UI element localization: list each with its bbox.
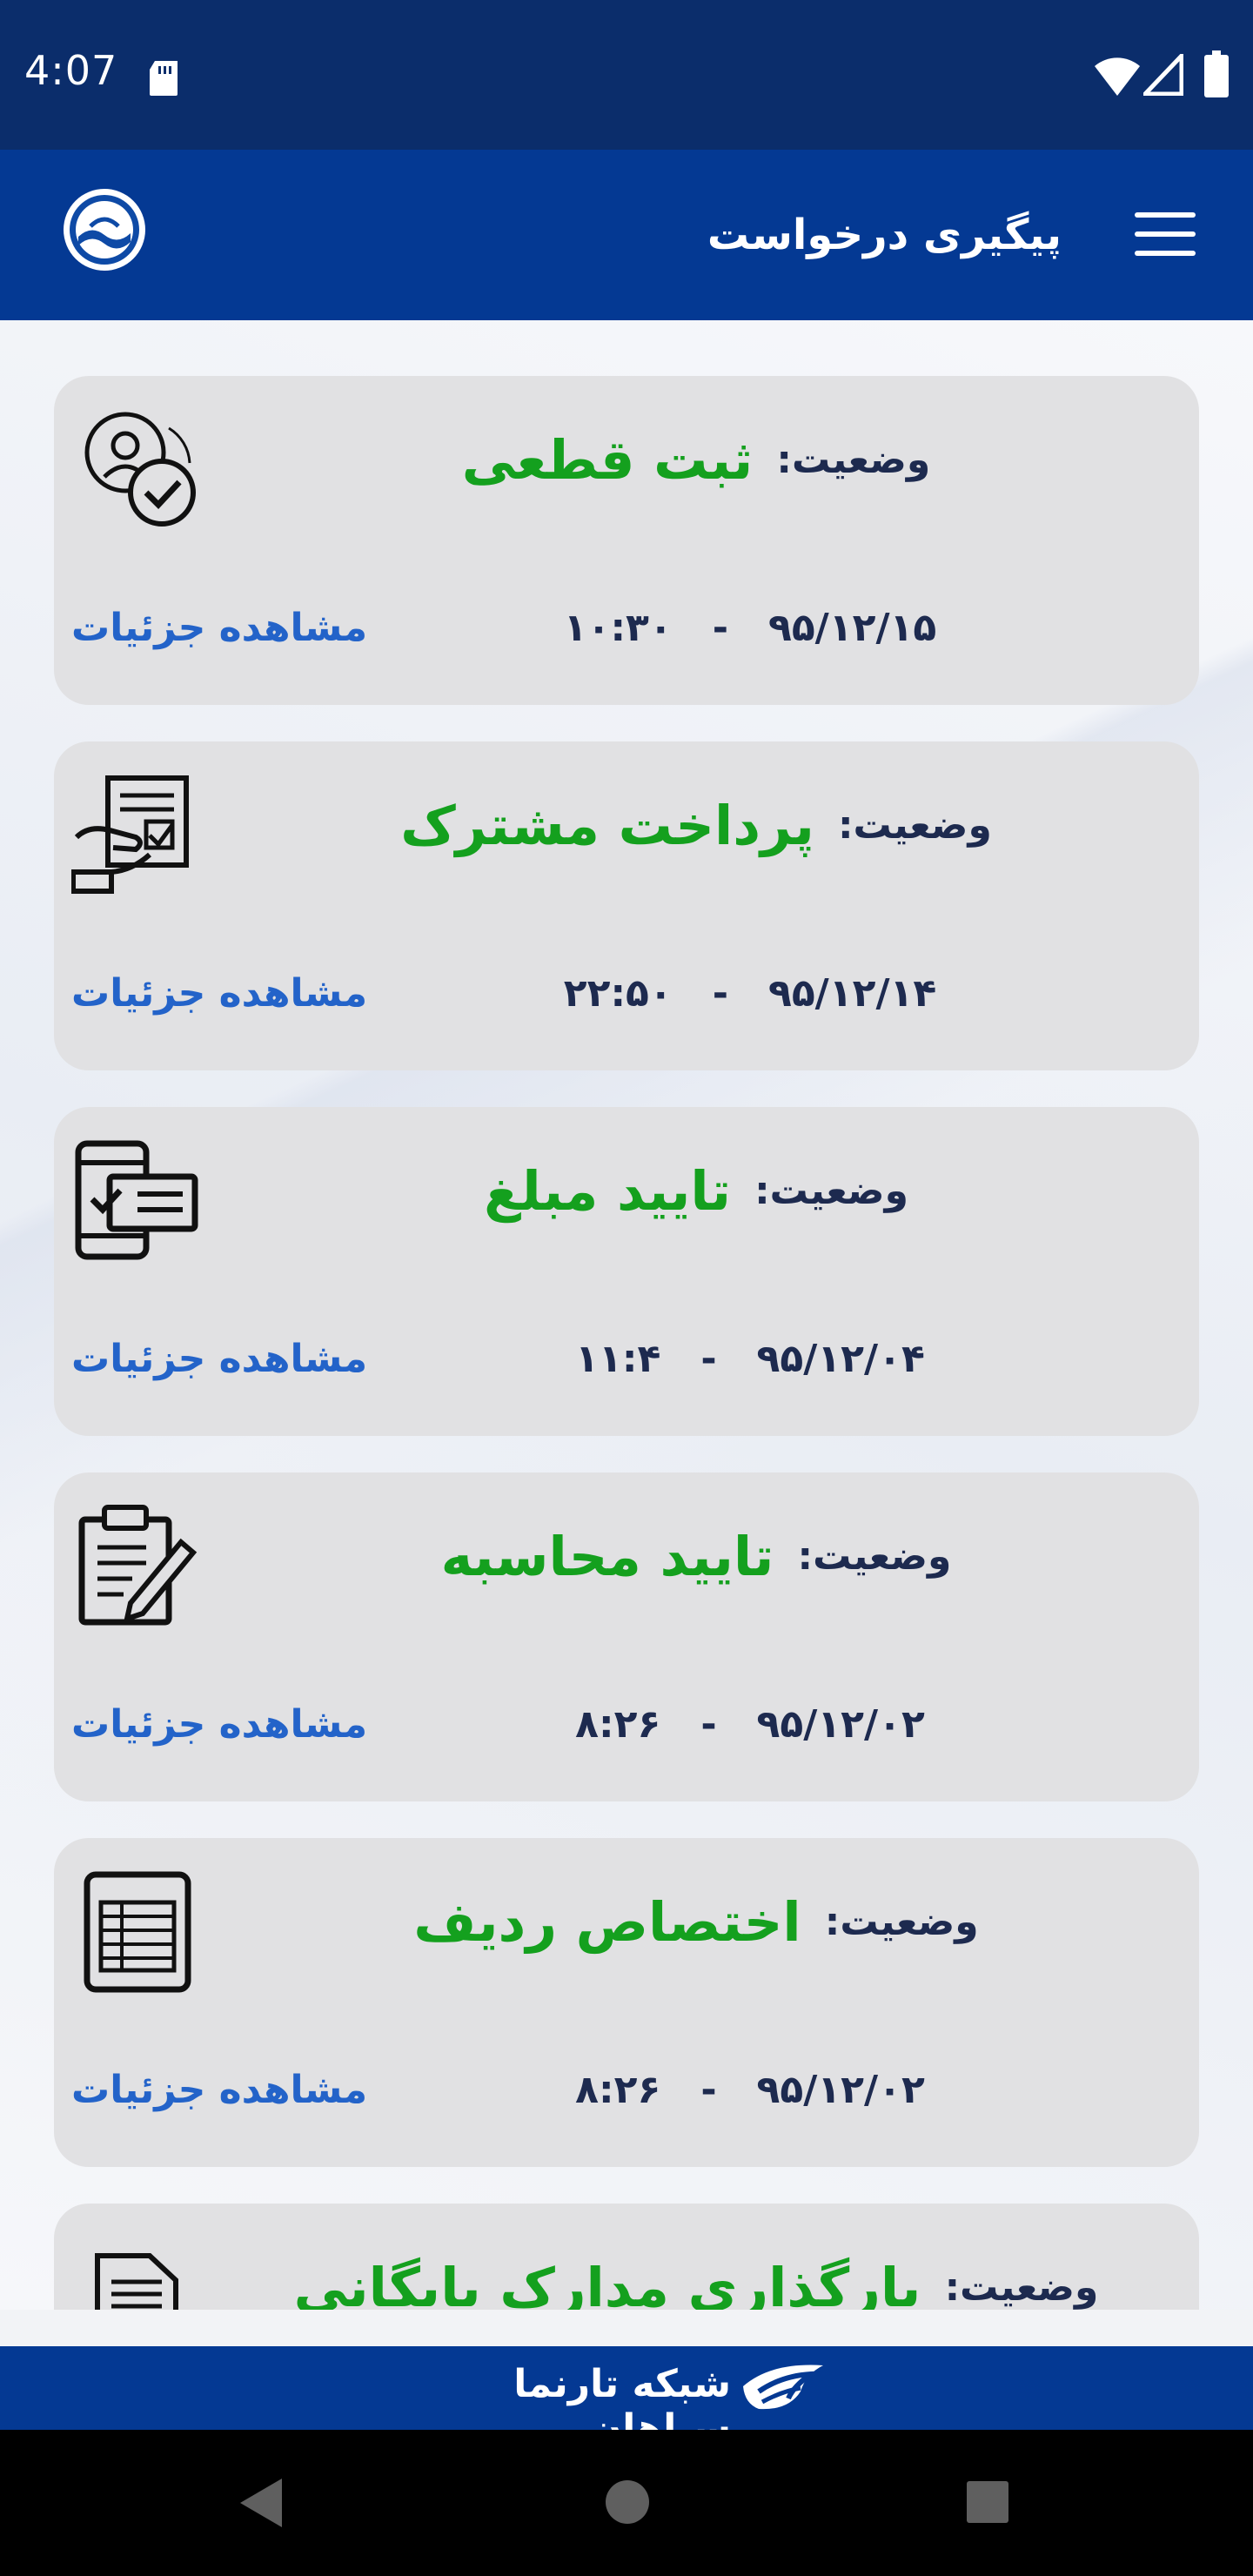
request-list[interactable]: وضعیت: ثبت قطعی ۱۰:۳۰ - ۹۵/۱۲/۱۵ مشاهده … — [0, 320, 1253, 2310]
view-details-label: مشاهده جزئیات — [71, 1337, 368, 1381]
wifi-icon — [1095, 57, 1140, 96]
user-check-icon — [84, 412, 196, 527]
clipboard-pen-icon — [78, 1505, 198, 1626]
status-line: وضعیت: اختصاص ردیف — [228, 1890, 1164, 1969]
status-label: وضعیت: — [944, 2265, 1099, 2310]
request-date: ۹۵/۱۲/۰۲ — [756, 1702, 925, 1747]
app-bar: پیگیری درخواست — [0, 150, 1253, 320]
sd-card-icon — [150, 61, 178, 96]
system-status-bar: 4:07 — [0, 0, 1253, 150]
request-date: ۹۵/۱۲/۱۵ — [767, 606, 937, 650]
request-time: ۲۲:۵۰ — [563, 971, 673, 1016]
datetime-separator: - — [700, 1337, 717, 1381]
view-details-label: مشاهده جزئیات — [71, 2068, 368, 2112]
status-label: وضعیت: — [824, 1900, 979, 1944]
status-label: وضعیت: — [754, 1169, 908, 1213]
status-label: وضعیت: — [776, 438, 931, 482]
request-card: وضعیت: تایید محاسبه ۸:۲۶ - ۹۵/۱۲/۰۲ مشاه… — [54, 1472, 1199, 1801]
spreadsheet-icon — [84, 1871, 191, 1993]
status-time: 4:07 — [24, 47, 118, 94]
request-datetime: ۸:۲۶ - ۹۵/۱۲/۰۲ — [524, 1702, 976, 1754]
view-details-link[interactable]: مشاهده جزئیات — [71, 1337, 402, 1389]
status-value: بارگذاری مدارک بایگانی — [293, 2256, 921, 2310]
request-time: ۸:۲۶ — [575, 1702, 661, 1747]
request-datetime: ۲۲:۵۰ - ۹۵/۱۲/۱۴ — [524, 971, 976, 1023]
view-details-label: مشاهده جزئیات — [71, 606, 368, 650]
status-value: اختصاص ردیف — [413, 1890, 801, 1954]
system-navigation-bar — [0, 2430, 1253, 2576]
request-date: ۹۵/۱۲/۱۴ — [767, 971, 937, 1016]
request-card: وضعیت: تایید مبلغ ۱۱:۴ - ۹۵/۱۲/۰۴ مشاهده… — [54, 1107, 1199, 1436]
status-value: تایید محاسبه — [440, 1525, 774, 1588]
status-value: پرداخت مشترک — [400, 794, 814, 857]
recents-icon[interactable] — [966, 2480, 1009, 2524]
hamburger-menu-icon[interactable] — [1135, 212, 1196, 258]
datetime-separator: - — [700, 1702, 717, 1747]
request-datetime: ۱۰:۳۰ - ۹۵/۱۲/۱۵ — [524, 606, 976, 658]
page-title: پیگیری درخواست — [707, 211, 1062, 259]
status-label: وضعیت: — [837, 803, 992, 848]
brand-logo-icon — [743, 2365, 823, 2410]
status-value: تایید مبلغ — [484, 1159, 731, 1223]
view-details-link[interactable]: مشاهده جزئیات — [71, 606, 402, 658]
request-datetime: ۱۱:۴ - ۹۵/۱۲/۰۴ — [524, 1337, 976, 1389]
request-date: ۹۵/۱۲/۰۲ — [756, 2068, 925, 2112]
status-line: وضعیت: تایید محاسبه — [228, 1525, 1164, 1603]
home-icon[interactable] — [604, 2479, 651, 2526]
datetime-separator: - — [712, 971, 728, 1016]
view-details-label: مشاهده جزئیات — [71, 1702, 368, 1747]
request-card: وضعیت: ثبت قطعی ۱۰:۳۰ - ۹۵/۱۲/۱۵ مشاهده … — [54, 376, 1199, 705]
datetime-separator: - — [712, 606, 728, 650]
status-line: وضعیت: پرداخت مشترک — [228, 794, 1164, 872]
view-details-link[interactable]: مشاهده جزئیات — [71, 971, 402, 1023]
footer-banner: شبکه تارنما سپاهان — [0, 2346, 1253, 2451]
back-icon[interactable] — [237, 2475, 285, 2531]
water-company-logo — [64, 189, 145, 271]
datetime-separator: - — [700, 2068, 717, 2112]
request-date: ۹۵/۱۲/۰۴ — [756, 1337, 925, 1381]
request-card: وضعیت: بارگذاری مدارک بایگانی — [54, 2204, 1199, 2310]
document-hand-icon — [71, 775, 189, 894]
view-details-label: مشاهده جزئیات — [71, 971, 368, 1016]
request-card: وضعیت: پرداخت مشترک ۲۲:۵۰ - ۹۵/۱۲/۱۴ مشا… — [54, 741, 1199, 1070]
status-line: وضعیت: بارگذاری مدارک بایگانی — [228, 2256, 1164, 2310]
mobile-card-check-icon — [75, 1140, 198, 1260]
document-upload-icon — [95, 2253, 178, 2310]
status-value: ثبت قطعی — [461, 428, 754, 492]
status-line: وضعیت: ثبت قطعی — [228, 428, 1164, 506]
request-datetime: ۸:۲۶ - ۹۵/۱۲/۰۲ — [524, 2068, 976, 2120]
request-time: ۱۰:۳۰ — [563, 606, 673, 650]
view-details-link[interactable]: مشاهده جزئیات — [71, 2068, 402, 2120]
footer-brand-text: شبکه تارنما سپاهان — [513, 2362, 731, 2451]
view-details-link[interactable]: مشاهده جزئیات — [71, 1702, 402, 1754]
request-time: ۱۱:۴ — [575, 1337, 661, 1381]
request-time: ۸:۲۶ — [575, 2068, 661, 2112]
request-card: وضعیت: اختصاص ردیف ۸:۲۶ - ۹۵/۱۲/۰۲ مشاهد… — [54, 1838, 1199, 2167]
battery-icon — [1204, 50, 1229, 97]
status-line: وضعیت: تایید مبلغ — [228, 1159, 1164, 1238]
status-label: وضعیت: — [797, 1534, 952, 1579]
cell-signal-icon — [1143, 54, 1183, 96]
